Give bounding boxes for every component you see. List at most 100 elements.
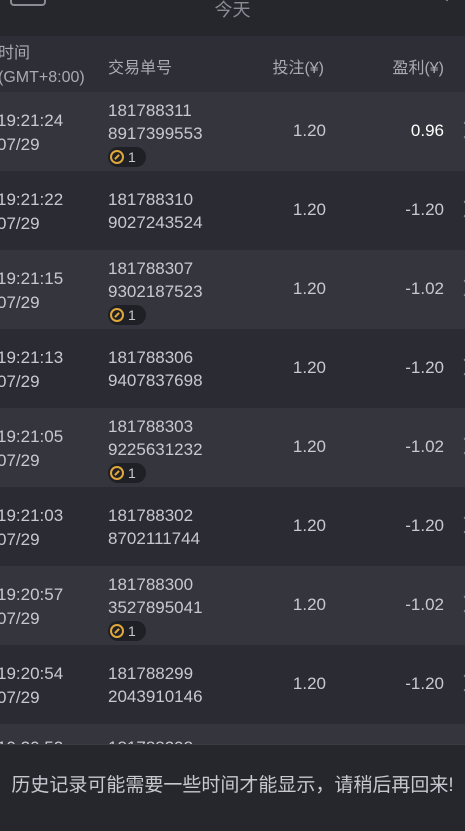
bet-history-list: 19:21:24 07/29 181788311 8917399553 1 1.20… xyxy=(0,92,465,724)
table-row[interactable]: 19:20:54 07/29 181788299 2043910146 1.20 -… xyxy=(0,645,465,724)
bonus-badge: 1 xyxy=(108,463,146,483)
row-datetime: 19:21:24 07/29 xyxy=(0,109,63,157)
row-order-number: 181788300 3527895041 1 xyxy=(108,573,203,644)
row-datetime: 19:21:03 07/29 xyxy=(0,504,63,552)
bonus-coin-icon xyxy=(110,624,124,638)
chevron-right-icon[interactable] xyxy=(456,595,465,613)
order-number-part2: 9407837698 xyxy=(108,371,203,390)
row-datetime: 19:21:22 07/29 xyxy=(0,188,63,236)
order-number-part2: 9225631232 xyxy=(108,440,203,459)
table-row[interactable]: 19:21:13 07/29 181788306 9407837698 1.20 -… xyxy=(0,329,465,408)
order-number-part2: 9302187523 xyxy=(108,282,203,301)
row-bet: 1.20 xyxy=(292,437,326,456)
row-profit: -1.02 xyxy=(405,595,444,614)
order-number-part2: 2043910146 xyxy=(108,687,203,706)
chevron-right-icon[interactable] xyxy=(456,516,465,534)
notice-message: 历史记录可能需要一些时间才能显示，请稍后再回来! xyxy=(11,775,454,796)
column-header-time-label: 时间 xyxy=(0,45,31,62)
row-profit: 0.96 xyxy=(410,121,444,140)
row-time: 19:21:03 xyxy=(0,506,64,525)
row-order-number: 181788311 8917399553 1 xyxy=(108,99,203,170)
row-bet: 1.20 xyxy=(292,358,326,377)
order-number-part2: 9027243524 xyxy=(108,213,203,232)
row-bet: 1.20 xyxy=(292,595,326,614)
row-date: 07/29 xyxy=(0,451,40,470)
row-order-number: 181788310 9027243524 xyxy=(108,188,203,234)
date-filter-title[interactable]: 今天 xyxy=(0,0,465,22)
row-order-number: 181788303 9225631232 1 xyxy=(108,415,203,486)
row-order-number: 181788299 2043910146 xyxy=(108,662,203,708)
row-datetime: 19:21:15 07/29 xyxy=(0,267,63,315)
row-date: 07/29 xyxy=(0,293,40,312)
order-number-part1: 181788303 xyxy=(108,417,194,436)
row-date: 07/29 xyxy=(0,688,40,707)
order-number-part1: 181788302 xyxy=(108,506,194,525)
bonus-count: 1 xyxy=(128,622,136,639)
row-profit: -1.20 xyxy=(405,200,444,219)
row-time: 19:21:22 xyxy=(0,190,64,209)
row-bet: 1.20 xyxy=(292,200,326,219)
row-time: 19:20:57 xyxy=(0,585,64,604)
column-header-timezone: (GMT+8:00) xyxy=(0,69,85,86)
table-row[interactable]: 19:21:24 07/29 181788311 8917399553 1 1.20… xyxy=(0,92,465,171)
table-row[interactable]: 19:21:03 07/29 181788302 8702111744 1.20 -… xyxy=(0,487,465,566)
row-time: 19:21:24 xyxy=(0,111,64,130)
chevron-right-icon[interactable] xyxy=(456,121,465,139)
row-bet: 1.20 xyxy=(292,121,326,140)
row-date: 07/29 xyxy=(0,372,40,391)
order-number-part1: 181788299 xyxy=(108,664,194,683)
order-number-part2: 8702111744 xyxy=(108,529,201,548)
bonus-count: 1 xyxy=(128,464,136,481)
column-header-bet: 投注(¥) xyxy=(272,60,324,77)
row-profit: -1.02 xyxy=(405,279,444,298)
bonus-coin-icon xyxy=(110,308,124,322)
bonus-badge: 1 xyxy=(108,147,146,167)
row-bet: 1.20 xyxy=(292,674,326,693)
bonus-count: 1 xyxy=(128,306,136,323)
chevron-right-icon[interactable] xyxy=(456,200,465,218)
order-number-part1: 181788300 xyxy=(108,575,194,594)
chevron-right-icon[interactable] xyxy=(456,358,465,376)
table-row-partial[interactable]: 19:20:52 181788298 xyxy=(0,724,465,746)
close-icon[interactable] xyxy=(433,0,461,8)
order-number-part2: 3527895041 xyxy=(108,598,203,617)
order-number-part1: 181788306 xyxy=(108,348,194,367)
row-date: 07/29 xyxy=(0,530,40,549)
row-date: 07/29 xyxy=(0,609,40,628)
row-date: 07/29 xyxy=(0,214,40,233)
order-number-part2: 8917399553 xyxy=(108,124,203,143)
row-datetime: 19:21:05 07/29 xyxy=(0,425,63,473)
order-number-part1: 181788310 xyxy=(108,190,194,209)
row-time: 19:20:54 xyxy=(0,664,64,683)
row-datetime: 19:20:54 07/29 xyxy=(0,662,63,710)
row-time: 19:21:13 xyxy=(0,348,64,367)
chevron-right-icon[interactable] xyxy=(456,674,465,692)
column-header-time: 时间 (GMT+8:00) xyxy=(0,42,85,90)
bonus-coin-icon xyxy=(110,150,124,164)
column-header-profit: 盈利(¥) xyxy=(392,60,444,77)
row-profit: -1.20 xyxy=(405,674,444,693)
chevron-right-icon[interactable] xyxy=(456,279,465,297)
row-order-number: 181788307 9302187523 1 xyxy=(108,257,203,328)
order-number-part1: 181788307 xyxy=(108,259,194,278)
table-row[interactable]: 19:20:57 07/29 181788300 3527895041 1 1.20… xyxy=(0,566,465,645)
table-row[interactable]: 19:21:15 07/29 181788307 9302187523 1 1.20… xyxy=(0,250,465,329)
table-row[interactable]: 19:21:22 07/29 181788310 9027243524 1.20 -… xyxy=(0,171,465,250)
row-order-number: 181788306 9407837698 xyxy=(108,346,203,392)
table-header: 时间 (GMT+8:00) 交易单号 投注(¥) 盈利(¥) xyxy=(0,36,465,92)
bonus-count: 1 xyxy=(128,148,136,165)
table-row[interactable]: 19:21:05 07/29 181788303 9225631232 1 1.20… xyxy=(0,408,465,487)
row-profit: -1.20 xyxy=(405,516,444,535)
row-time: 19:21:05 xyxy=(0,427,64,446)
row-datetime: 19:20:57 07/29 xyxy=(0,583,63,631)
bonus-badge: 1 xyxy=(108,621,146,641)
row-date: 07/29 xyxy=(0,135,40,154)
row-profit: -1.02 xyxy=(405,437,444,456)
bonus-badge: 1 xyxy=(108,305,146,325)
chevron-right-icon[interactable] xyxy=(456,437,465,455)
row-time: 19:21:15 xyxy=(0,269,64,288)
top-bar: 今天 xyxy=(0,0,465,36)
bonus-coin-icon xyxy=(110,466,124,480)
row-bet: 1.20 xyxy=(292,279,326,298)
row-order-number: 181788302 8702111744 xyxy=(108,504,200,550)
